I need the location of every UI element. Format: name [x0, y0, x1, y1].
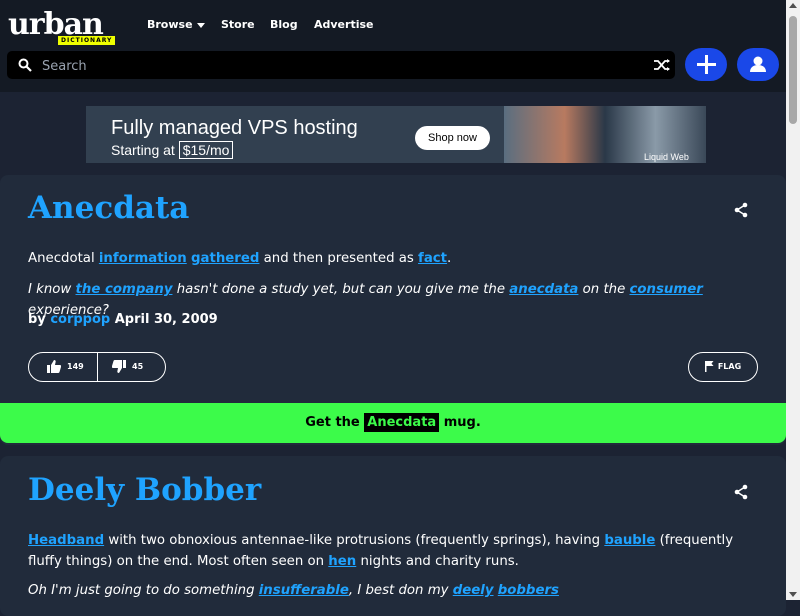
meaning-link[interactable]: bauble — [604, 533, 655, 548]
flag-button[interactable]: FLAG — [688, 352, 758, 382]
vote-divider — [97, 353, 98, 381]
example-link[interactable]: insufferable — [259, 583, 349, 598]
nav-browse[interactable]: Browse — [147, 18, 205, 31]
scroll-down-arrow-icon[interactable] — [789, 592, 797, 597]
example-text: , I best don my — [348, 583, 453, 598]
mug-word: Anecdata — [364, 413, 440, 432]
ad-subtitle: Starting at $15/mo — [111, 141, 234, 159]
page-scrollbar[interactable] — [786, 0, 800, 600]
ad-sub-prefix: Starting at — [111, 142, 175, 158]
meaning-link[interactable]: Headband — [28, 533, 104, 548]
definition-meaning: Anecdotal information gathered and then … — [28, 248, 758, 269]
example-text: on the — [578, 282, 630, 297]
author-link[interactable]: corppop — [50, 312, 110, 327]
definition-word[interactable]: Anecdata — [28, 190, 189, 226]
nav-browse-label: Browse — [147, 18, 193, 31]
nav-store[interactable]: Store — [221, 18, 255, 31]
flag-label: FLAG — [717, 362, 742, 371]
meaning-text: and then presented as — [259, 251, 419, 266]
example-text: I know — [28, 282, 76, 297]
definition-example: Oh I'm just going to do something insuff… — [28, 580, 758, 601]
vote-buttons: 149 45 — [28, 352, 166, 382]
byline-prefix: by — [28, 312, 46, 327]
example-link[interactable]: bobbers — [498, 583, 559, 598]
urban-dictionary-logo[interactable]: urban DICTIONARY — [8, 8, 138, 45]
definition-word[interactable]: Deely Bobber — [28, 472, 261, 508]
logo-tag: DICTIONARY — [58, 36, 116, 45]
example-text: Oh I'm just going to do something — [28, 583, 259, 598]
ad-brand: Liquid Web — [644, 152, 689, 162]
share-icon[interactable] — [733, 202, 749, 218]
meaning-link[interactable]: hen — [328, 554, 356, 569]
add-definition-button[interactable] — [685, 48, 727, 81]
example-text: hasn't done a study yet, but can you giv… — [172, 282, 510, 297]
meaning-text: with two obnoxious antennae-like protrus… — [104, 533, 605, 548]
thumbs-up-icon — [47, 360, 61, 373]
scroll-up-arrow-icon[interactable] — [789, 3, 797, 8]
search-bar — [7, 51, 675, 79]
ad-shop-now-button[interactable]: Shop now — [415, 126, 490, 150]
nav-blog[interactable]: Blog — [270, 18, 298, 31]
thumbs-down-icon — [112, 360, 126, 373]
top-header: urban DICTIONARY Browse Store Blog Adver… — [0, 0, 786, 92]
upvote-count: 149 — [67, 362, 84, 371]
search-input[interactable] — [40, 55, 634, 77]
upvote-button[interactable]: 149 — [47, 353, 84, 381]
ad-price: $15/mo — [178, 141, 234, 159]
scrollbar-thumb[interactable] — [789, 16, 797, 124]
nav-advertise[interactable]: Advertise — [314, 18, 373, 31]
user-icon — [750, 56, 766, 72]
share-icon[interactable] — [733, 484, 749, 500]
example-link[interactable]: anecdata — [509, 282, 578, 297]
downvote-button[interactable]: 45 — [112, 353, 143, 381]
ad-title: Fully managed VPS hosting — [111, 117, 358, 139]
meaning-link[interactable]: gathered — [191, 251, 259, 266]
definition-meaning: Headband with two obnoxious antennae-lik… — [28, 530, 758, 572]
user-account-button[interactable] — [737, 48, 779, 81]
downvote-count: 45 — [132, 362, 144, 371]
search-icon — [18, 58, 32, 72]
meaning-link[interactable]: fact — [418, 251, 447, 266]
example-link[interactable]: consumer — [630, 282, 703, 297]
plus-icon — [697, 55, 716, 74]
definition-byline: by corppop April 30, 2009 — [28, 312, 218, 327]
vps-hosting-ad-banner[interactable]: Fully managed VPS hosting Starting at $1… — [86, 106, 706, 163]
flag-icon — [704, 361, 714, 372]
example-link[interactable]: deely — [453, 583, 494, 598]
meaning-link[interactable]: information — [99, 251, 187, 266]
shuffle-icon[interactable] — [653, 58, 671, 72]
mug-suffix: mug. — [443, 415, 481, 430]
example-link[interactable]: the company — [76, 282, 173, 297]
mug-promo-banner[interactable]: Get the Anecdata mug. — [0, 403, 786, 443]
meaning-text: . — [447, 251, 452, 266]
meaning-text: Anecdotal — [28, 251, 99, 266]
meaning-text: nights and charity runs. — [356, 554, 519, 569]
definition-date: April 30, 2009 — [114, 312, 218, 327]
chevron-down-icon — [196, 22, 205, 28]
mug-prefix: Get the — [305, 415, 360, 430]
